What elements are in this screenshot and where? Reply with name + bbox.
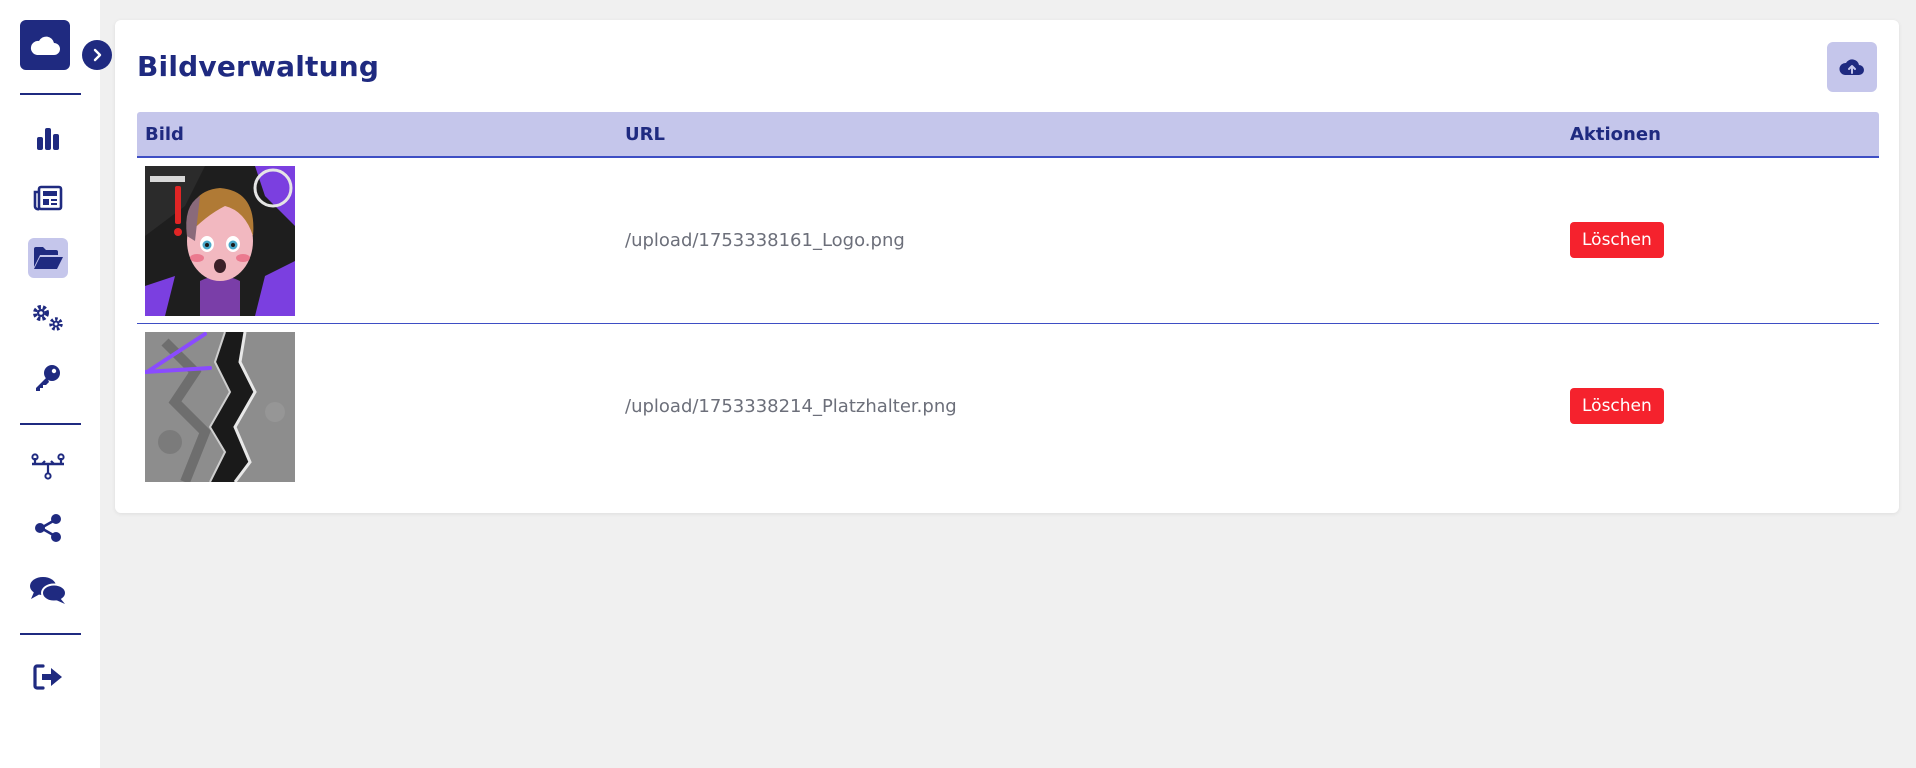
- delete-button[interactable]: Löschen: [1570, 388, 1664, 424]
- anime-avatar-image: [145, 166, 295, 316]
- image-management-card: Bildverwaltung Bild URL Aktionen /upload…: [115, 20, 1899, 513]
- image-table: Bild URL Aktionen /upload/1753338161_Log…: [137, 112, 1879, 489]
- delete-button[interactable]: Löschen: [1570, 222, 1664, 258]
- chevron-right-icon: [93, 48, 102, 62]
- upload-button[interactable]: [1827, 42, 1877, 92]
- newspaper-icon: [33, 185, 63, 211]
- column-header-actions: Aktionen: [1570, 124, 1661, 145]
- share-icon: [35, 514, 61, 542]
- gears-icon: [33, 305, 63, 331]
- sidebar-item-settings[interactable]: [28, 298, 68, 338]
- sidebar-item-stats[interactable]: [28, 118, 68, 158]
- network-icon: [31, 453, 65, 480]
- image-url: /upload/1753338214_Platzhalter.png: [625, 396, 957, 417]
- logo-button[interactable]: [20, 20, 70, 70]
- cloud-icon: [30, 36, 60, 55]
- sidebar-divider: [20, 93, 81, 95]
- sidebar-item-keys[interactable]: [28, 358, 68, 398]
- sidebar: [0, 0, 112, 768]
- thumbnail-image: [145, 166, 295, 316]
- sidebar-toggle-button[interactable]: [82, 40, 112, 70]
- sidebar-item-news[interactable]: [28, 178, 68, 218]
- bar-chart-icon: [37, 128, 59, 150]
- folder-open-icon: [34, 247, 63, 269]
- column-header-url: URL: [625, 124, 665, 145]
- sidebar-item-share[interactable]: [28, 508, 68, 548]
- cloud-upload-icon: [1839, 59, 1864, 75]
- comments-icon: [30, 577, 67, 604]
- table-header: Bild URL Aktionen: [137, 112, 1879, 158]
- table-row: /upload/1753338214_Platzhalter.png Lösch…: [137, 324, 1879, 489]
- key-icon: [36, 365, 60, 391]
- table-row: /upload/1753338161_Logo.png Löschen: [137, 158, 1879, 324]
- image-url: /upload/1753338161_Logo.png: [625, 230, 905, 251]
- sign-out-icon: [33, 664, 62, 690]
- sidebar-divider: [20, 423, 81, 425]
- sidebar-item-logout[interactable]: [28, 657, 68, 697]
- thumbnail-image: [145, 332, 295, 482]
- sidebar-item-files[interactable]: [28, 238, 68, 278]
- sidebar-item-network[interactable]: [28, 447, 68, 487]
- sidebar-item-comments[interactable]: [28, 570, 68, 610]
- sidebar-divider: [20, 633, 81, 635]
- page-title: Bildverwaltung: [137, 50, 380, 83]
- column-header-image: Bild: [145, 124, 184, 145]
- torn-paper-image: [145, 332, 295, 482]
